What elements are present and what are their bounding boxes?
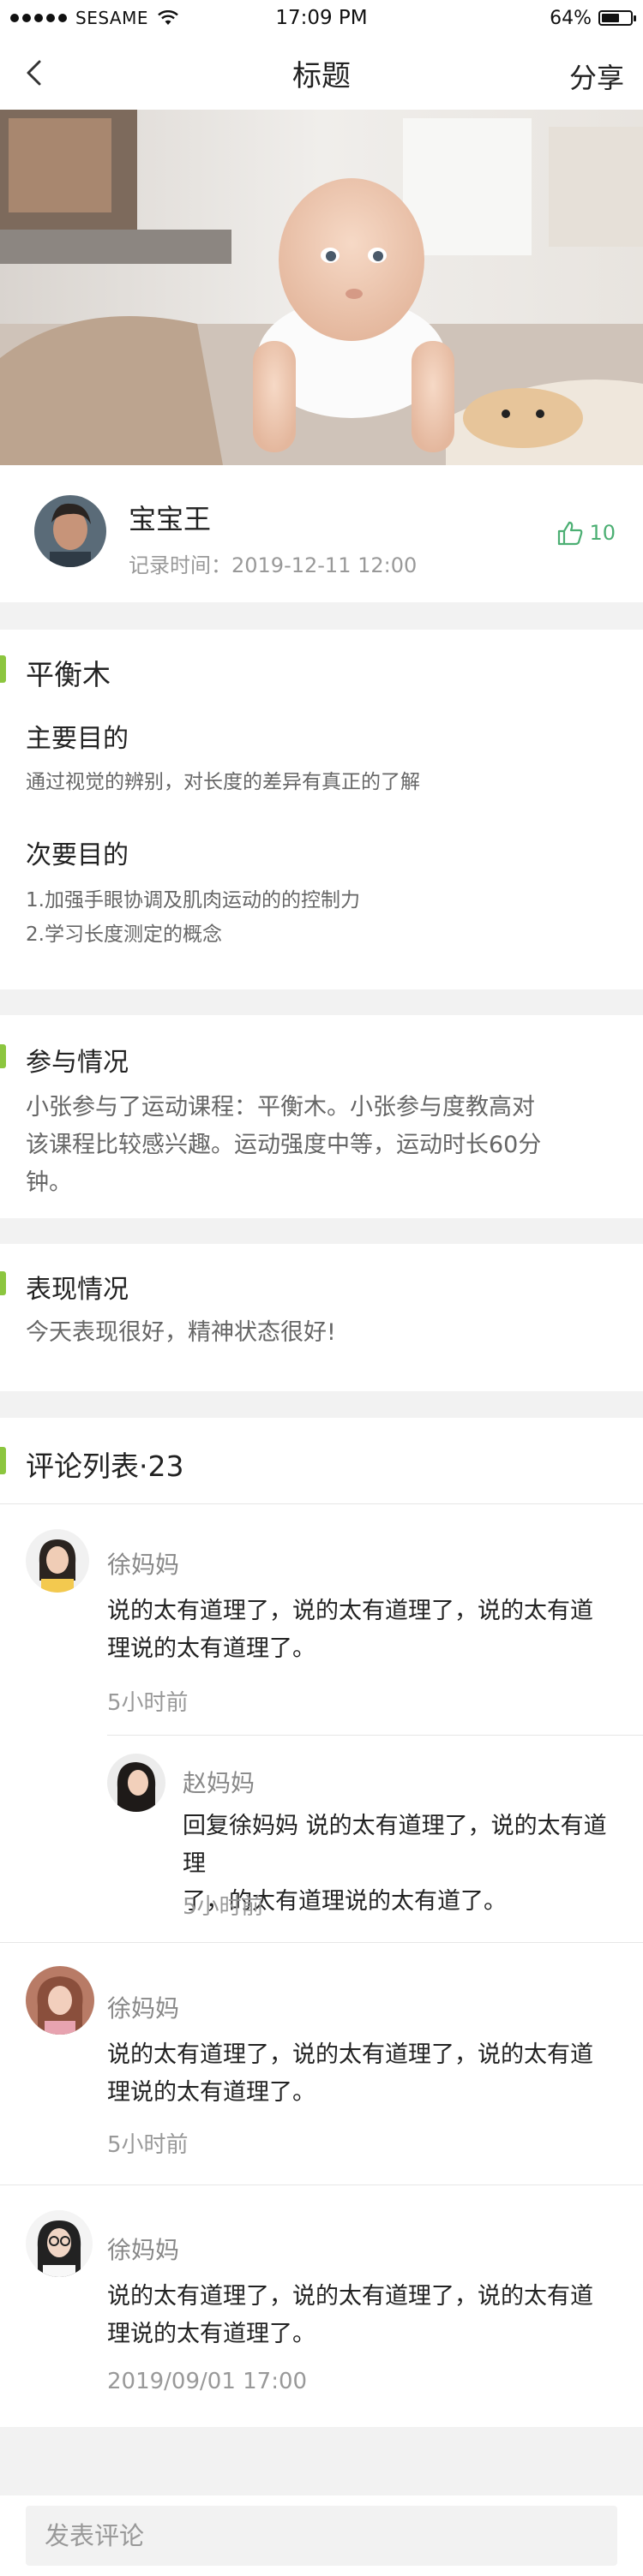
divider — [107, 1735, 643, 1736]
back-icon[interactable] — [19, 57, 51, 89]
page-title: 标题 — [292, 58, 351, 93]
hero-photo — [0, 110, 643, 465]
participation-line: 钟。 — [26, 1169, 72, 1196]
comment-input[interactable] — [26, 2506, 617, 2566]
commenter-avatar[interactable] — [26, 1966, 94, 2035]
record-time: 记录时间：2019-12-11 12:00 — [129, 553, 418, 577]
wifi-icon — [158, 10, 178, 25]
participation-card: 参与情况 小张参与了运动课程：平衡木。小张参与度教高对 该课程比较感兴趣。运动强… — [0, 1015, 643, 1218]
secondary-goal-item: 1.加强手眼协调及肌肉运动的的控制力 — [26, 889, 360, 911]
performance-title: 表现情况 — [26, 1275, 129, 1305]
secondary-goal-label: 次要目的 — [26, 840, 129, 870]
battery-fill — [602, 14, 620, 22]
author-avatar[interactable] — [34, 495, 106, 567]
comment-text: 说的太有道理了，说的太有道理了，说的太有道 理说的太有道理了。 — [107, 1593, 613, 1668]
battery-icon — [598, 10, 636, 26]
status-right: 64% — [550, 7, 636, 29]
like-count: 10 — [589, 521, 616, 545]
section-accent-bar — [0, 1447, 6, 1474]
thumbs-up-icon — [558, 521, 583, 546]
participation-text: 小张参与了运动课程：平衡木。小张参与度教高对 该课程比较感兴趣。运动强度中等，运… — [26, 1089, 574, 1202]
signal-strength-icon — [10, 14, 67, 22]
commenter-avatar[interactable] — [26, 2210, 93, 2277]
divider — [0, 1942, 643, 1943]
activity-card: 平衡木 主要目的 通过视觉的辨别，对长度的差异有真正的了解 次要目的 1.加强手… — [0, 630, 643, 989]
bottom-bar — [0, 2495, 643, 2576]
comment-text: 说的太有道理了，说的太有道理了，说的太有道 理说的太有道理了。 — [107, 2036, 613, 2112]
commenter-name: 徐妈妈 — [107, 1551, 180, 1579]
participation-title: 参与情况 — [26, 1048, 129, 1078]
comment-text: 说的太有道理了，说的太有道理了，说的太有道 理说的太有道理了。 — [107, 2278, 613, 2353]
primary-goal-text: 通过视觉的辨别，对长度的差异有真正的了解 — [26, 771, 420, 793]
comments-card: 评论列表·23 徐妈妈 说的太有道理了，说的太有道理了，说的太有道 理说的太有道… — [0, 1418, 643, 2427]
battery-percent: 64% — [550, 7, 592, 29]
reply-time: 5小时前 — [183, 1894, 264, 1920]
commenter-avatar[interactable] — [26, 1529, 89, 1593]
secondary-goal-item: 2.学习长度测定的概念 — [26, 923, 222, 946]
comments-title: 评论列表·23 — [26, 1449, 184, 1483]
section-accent-bar — [0, 1271, 6, 1295]
author-name: 宝宝王 — [129, 503, 212, 535]
comment-line: 理说的太有道理了。 — [107, 2079, 315, 2106]
comment-line: 说的太有道理了，说的太有道理了，说的太有道 — [107, 2283, 593, 2310]
comment-time: 2019/09/01 17:00 — [107, 2369, 308, 2394]
commenter-name: 徐妈妈 — [107, 2236, 180, 2264]
status-left: SESAME — [10, 8, 179, 28]
reply-avatar[interactable] — [107, 1754, 165, 1812]
comment-time: 5小时前 — [107, 2132, 189, 2158]
nav-bar: 标题 分享 — [0, 36, 643, 110]
reply-name: 赵妈妈 — [183, 1769, 255, 1797]
comment-line: 理说的太有道理了。 — [107, 1635, 315, 1662]
comment-line: 说的太有道理了，说的太有道理了，说的太有道 — [107, 1598, 593, 1624]
status-bar: SESAME 17:09 PM 64% — [0, 0, 643, 36]
like-button[interactable]: 10 — [556, 520, 616, 546]
participation-line: 小张参与了运动课程：平衡木。小张参与度教高对 — [26, 1094, 535, 1121]
primary-goal-label: 主要目的 — [26, 724, 129, 754]
author-card: 宝宝王 记录时间：2019-12-11 12:00 10 — [0, 465, 643, 602]
share-button[interactable]: 分享 — [569, 57, 624, 96]
section-accent-bar — [0, 1044, 6, 1068]
section-accent-bar — [0, 655, 6, 683]
activity-title: 平衡木 — [26, 658, 111, 691]
comment-line: 理说的太有道理了。 — [107, 2321, 315, 2347]
participation-line: 该课程比较感兴趣。运动强度中等，运动时长60分 — [26, 1132, 542, 1158]
comment-line: 回复徐妈妈 说的太有道理了，说的太有道理 — [183, 1813, 607, 1877]
performance-text: 今天表现很好，精神状态很好! — [26, 1319, 336, 1346]
performance-card: 表现情况 今天表现很好，精神状态很好! — [0, 1244, 643, 1391]
divider — [0, 1503, 643, 1504]
carrier-name: SESAME — [75, 8, 148, 28]
comment-line: 说的太有道理了，说的太有道理了，说的太有道 — [107, 2041, 593, 2068]
commenter-name: 徐妈妈 — [107, 1994, 180, 2023]
comment-time: 5小时前 — [107, 1690, 189, 1716]
